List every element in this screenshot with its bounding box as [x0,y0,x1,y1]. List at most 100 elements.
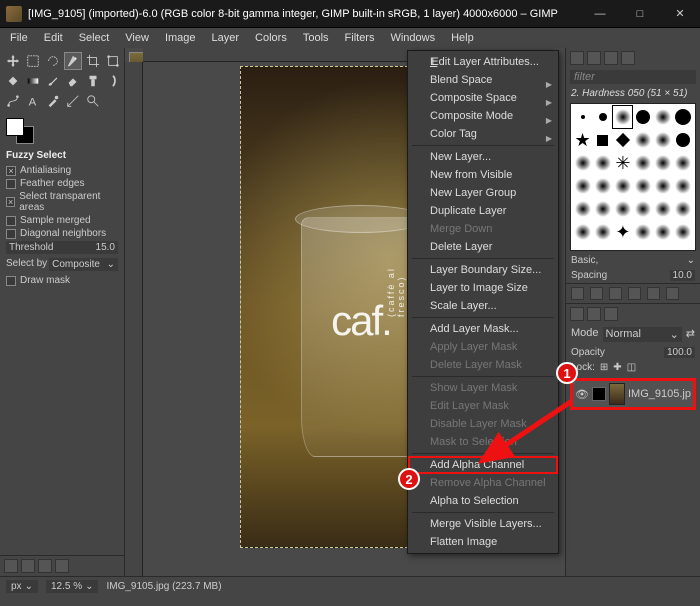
ctx-new-layer[interactable]: New Layer... [408,148,558,166]
ctx-merge-visible[interactable]: Merge Visible Layers... [408,515,558,533]
rect-select-tool-icon[interactable] [24,52,42,70]
patterns-tab-icon[interactable] [587,51,601,65]
text-tool-icon[interactable]: A [24,92,42,110]
ctx-flatten[interactable]: Flatten Image [408,533,558,551]
transform-tool-icon[interactable] [104,52,122,70]
annotation-badge-1: 1 [556,362,578,384]
menu-windows[interactable]: Windows [384,30,441,46]
brush-grid[interactable]: ★ ✳ ✦ [570,103,696,251]
path-tool-icon[interactable] [4,92,22,110]
ctx-new-from-visible[interactable]: New from Visible [408,166,558,184]
menu-image[interactable]: Image [159,30,202,46]
clone-tool-icon[interactable] [84,72,102,90]
history-tab-icon[interactable] [621,51,635,65]
ctx-blend-space[interactable]: Blend Space [408,71,558,89]
brush-filter-input[interactable]: filter [570,70,696,84]
foreground-color[interactable] [6,118,24,136]
zoom-dropdown[interactable]: 12.5 %⌄ [46,580,99,593]
eraser-tool-icon[interactable] [64,72,82,90]
lock-alpha-icon[interactable]: ◫ [627,362,636,373]
layer-row[interactable]: 👁 IMG_9105.jp [570,378,696,410]
channels-tab-icon[interactable] [587,307,601,321]
brush-tool-icon[interactable] [44,72,62,90]
fonts-tab-icon[interactable] [604,51,618,65]
svg-text:A: A [29,96,37,108]
antialiasing-checkbox[interactable] [6,166,16,176]
switch-icon[interactable]: ⇄ [686,327,695,342]
sample-merged-checkbox[interactable] [6,216,16,226]
edit-brush-icon[interactable] [571,287,584,300]
annotation-arrow [470,395,580,470]
sample-merged-label: Sample merged [20,215,91,226]
ctx-new-group[interactable]: New Layer Group [408,184,558,202]
ctx-composite-mode[interactable]: Composite Mode [408,107,558,125]
ctx-boundary[interactable]: Layer Boundary Size... [408,261,558,279]
zoom-tool-icon[interactable] [84,92,102,110]
smudge-tool-icon[interactable] [104,72,122,90]
measure-tool-icon[interactable] [64,92,82,110]
menu-help[interactable]: Help [445,30,480,46]
unit-dropdown[interactable]: px⌄ [6,580,38,593]
menu-edit[interactable]: Edit [38,30,69,46]
brushes-tab-icon[interactable] [570,51,584,65]
ctx-edit-attrs[interactable]: EEdit Layer Attributes... [408,53,558,71]
free-select-tool-icon[interactable] [44,52,62,70]
ctx-composite-space[interactable]: Composite Space [408,89,558,107]
ctx-delete[interactable]: Delete Layer [408,238,558,256]
close-button[interactable]: ✕ [660,0,700,28]
crop-tool-icon[interactable] [84,52,102,70]
ruler-vertical[interactable] [125,62,143,576]
ctx-alpha-to-sel[interactable]: Alpha to Selection [408,492,558,510]
ctx-scale[interactable]: Scale Layer... [408,297,558,315]
maximize-button[interactable]: □ [620,0,660,28]
dup-brush-icon[interactable] [609,287,622,300]
tool-options: Fuzzy Select Antialiasing Feather edges … [0,146,124,292]
paths-tab-icon[interactable] [604,307,618,321]
lock-pos-icon[interactable]: ✚ [613,362,621,373]
ctx-add-mask[interactable]: Add Layer Mask... [408,320,558,338]
color-swatches[interactable] [6,118,118,144]
chevron-down-icon: ⌄ [107,259,115,270]
ctx-to-image[interactable]: Layer to Image Size [408,279,558,297]
picker-tool-icon[interactable] [44,92,62,110]
menu-view[interactable]: View [119,30,155,46]
menu-colors[interactable]: Colors [249,30,293,46]
opacity-value[interactable]: 100.0 [664,347,695,358]
delete-preset-icon[interactable] [38,559,52,573]
dock-tabs-top [566,48,700,68]
restore-preset-icon[interactable] [21,559,35,573]
brush-preset-label[interactable]: Basic, [571,255,598,266]
selectby-dropdown[interactable]: Composite⌄ [49,258,118,271]
lock-pixels-icon[interactable]: ⊞ [600,362,608,373]
refresh-brush-icon[interactable] [647,287,660,300]
menu-file[interactable]: File [4,30,34,46]
menu-select[interactable]: Select [73,30,116,46]
reset-preset-icon[interactable] [55,559,69,573]
minimize-button[interactable]: — [580,0,620,28]
save-preset-icon[interactable] [4,559,18,573]
mode-dropdown[interactable]: Normal⌄ [603,327,682,342]
ctx-duplicate[interactable]: Duplicate Layer [408,202,558,220]
layers-tab-icon[interactable] [570,307,584,321]
bucket-tool-icon[interactable] [4,72,22,90]
gradient-tool-icon[interactable] [24,72,42,90]
drawmask-checkbox[interactable] [6,276,16,286]
chevron-down-icon: ⌄ [85,581,93,592]
fuzzy-select-tool-icon[interactable] [64,52,82,70]
menu-filters[interactable]: Filters [339,30,381,46]
new-brush-icon[interactable] [590,287,603,300]
move-tool-icon[interactable] [4,52,22,70]
layer-link-icon[interactable] [592,387,606,401]
del-brush-icon[interactable] [628,287,641,300]
layer-thumbnail[interactable] [609,383,625,405]
transparent-checkbox[interactable] [6,197,15,207]
ctx-color-tag[interactable]: Color Tag [408,125,558,143]
open-brush-icon[interactable] [666,287,679,300]
feather-checkbox[interactable] [6,179,16,189]
menu-tools[interactable]: Tools [297,30,335,46]
threshold-slider[interactable]: Threshold 15.0 [6,241,118,254]
spacing-value[interactable]: 10.0 [670,270,695,281]
layer-name[interactable]: IMG_9105.jp [628,388,691,400]
menu-layer[interactable]: Layer [206,30,246,46]
diagonal-checkbox[interactable] [6,229,16,239]
